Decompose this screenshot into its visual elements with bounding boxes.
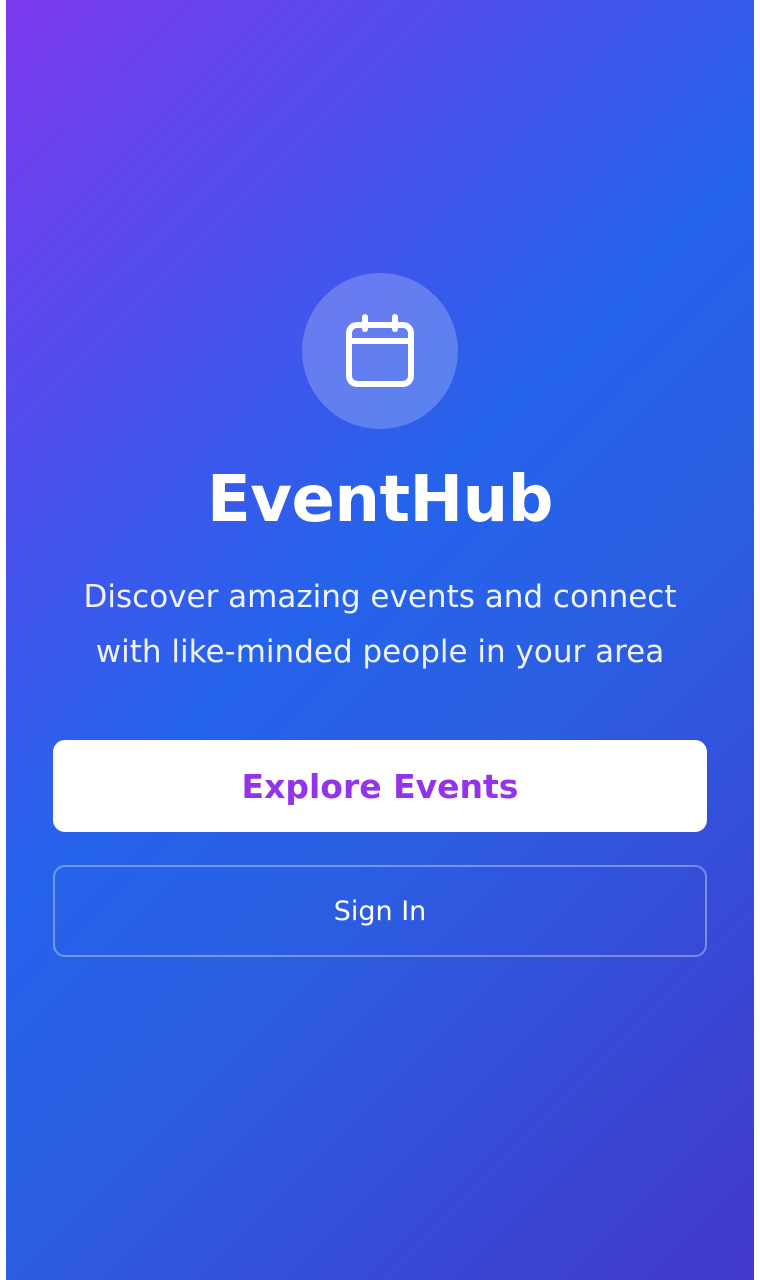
app-title: EventHub	[207, 463, 553, 537]
welcome-screen: EventHub Discover amazing events and con…	[6, 0, 754, 1280]
app-tagline: Discover amazing events and connect with…	[83, 579, 677, 670]
logo-badge	[302, 273, 458, 429]
sign-in-button[interactable]: Sign In	[53, 865, 707, 957]
calendar-icon	[346, 314, 414, 387]
explore-events-button[interactable]: Explore Events	[53, 740, 707, 832]
